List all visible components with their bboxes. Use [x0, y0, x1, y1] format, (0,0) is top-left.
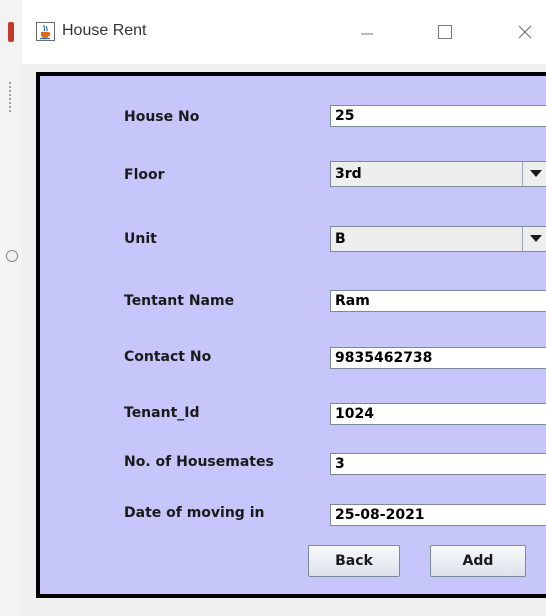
- background-circle-icon: [6, 250, 18, 262]
- triangle-down-icon[interactable]: [522, 227, 546, 251]
- contact-no-input[interactable]: [330, 347, 546, 369]
- window-title: House Rent: [62, 22, 147, 39]
- background-grip: [9, 82, 14, 112]
- contact-no-label: Contact No: [124, 349, 212, 365]
- close-icon[interactable]: [510, 18, 540, 46]
- house-no-input[interactable]: [330, 105, 546, 127]
- content-area: House No Floor 3rd Unit B Tentant Name: [22, 64, 546, 616]
- house-rent-window: House Rent House No Floor 3rd: [22, 0, 546, 616]
- tenant-name-input[interactable]: [330, 290, 546, 312]
- tenant-id-label: Tenant_Id: [124, 405, 200, 421]
- form-panel: House No Floor 3rd Unit B Tentant Name: [36, 72, 546, 598]
- screen: House Rent House No Floor 3rd: [0, 0, 546, 616]
- tenant-id-input[interactable]: [330, 403, 546, 425]
- house-no-label: House No: [124, 109, 200, 125]
- unit-label: Unit: [124, 231, 157, 247]
- tenant-name-label: Tentant Name: [124, 293, 235, 309]
- housemates-label: No. of Housemates: [124, 454, 274, 470]
- background-app-icon: [8, 22, 14, 42]
- unit-selected-value: B: [335, 231, 346, 247]
- maximize-icon[interactable]: [430, 18, 460, 46]
- background-window-edge: [0, 0, 23, 616]
- floor-selected-value: 3rd: [335, 166, 362, 182]
- minimize-icon[interactable]: [352, 18, 382, 46]
- title-bar[interactable]: House Rent: [22, 0, 546, 64]
- java-cup-icon: [36, 22, 55, 41]
- back-button[interactable]: Back: [308, 545, 400, 577]
- housemates-input[interactable]: [330, 453, 546, 475]
- move-in-date-label: Date of moving in: [124, 505, 265, 521]
- floor-label: Floor: [124, 167, 165, 183]
- add-button[interactable]: Add: [430, 545, 526, 577]
- triangle-down-icon[interactable]: [522, 162, 546, 186]
- floor-select[interactable]: 3rd: [330, 161, 546, 187]
- unit-select[interactable]: B: [330, 226, 546, 252]
- move-in-date-input[interactable]: [330, 504, 546, 526]
